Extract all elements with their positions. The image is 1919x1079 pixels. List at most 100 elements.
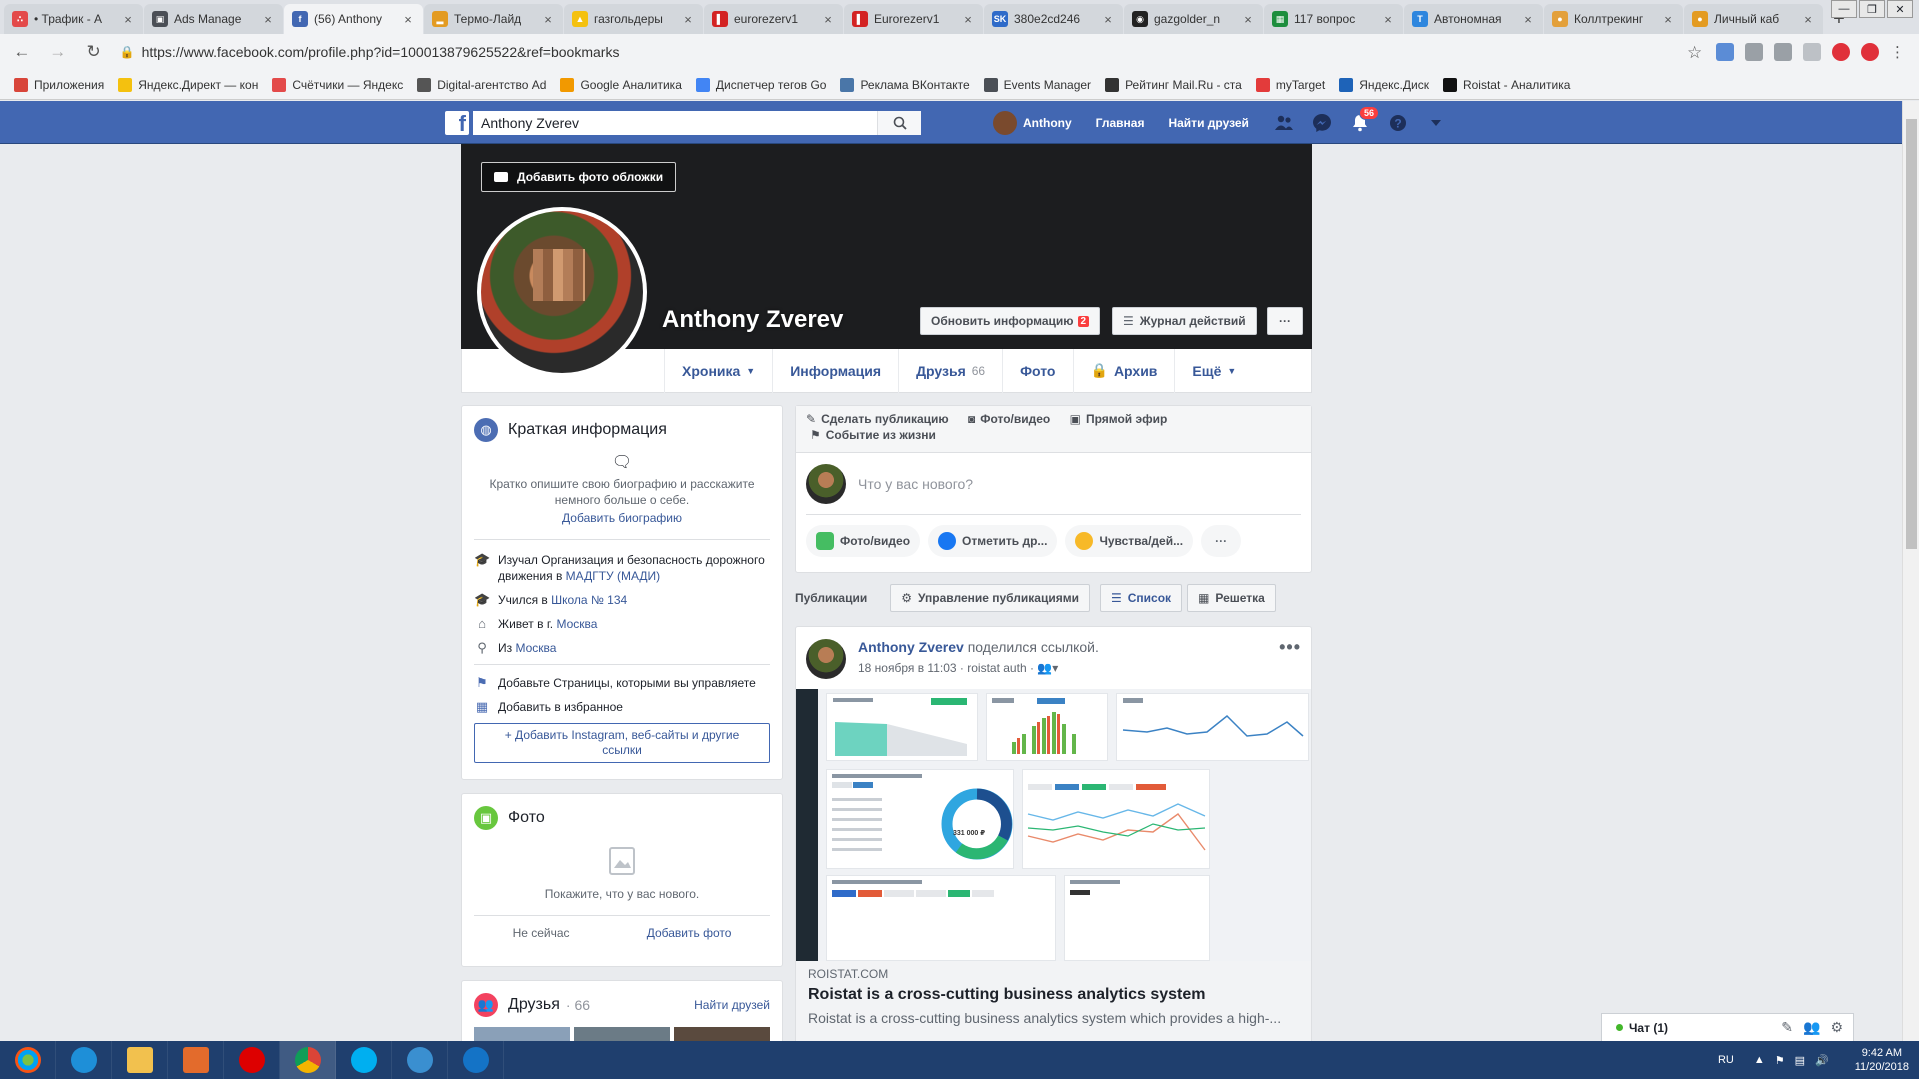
search-button[interactable] <box>877 111 921 135</box>
volume-icon[interactable]: 🔊 <box>1815 1054 1829 1067</box>
extension-target-icon[interactable] <box>1860 43 1879 61</box>
reload-icon[interactable]: ↻ <box>80 42 108 62</box>
close-tab-icon[interactable]: × <box>821 12 835 27</box>
browser-tab[interactable]: T Автономная × <box>1404 4 1543 34</box>
start-button[interactable] <box>0 1041 56 1079</box>
add-links-button[interactable]: + Добавить Instagram, веб-сайты и другие… <box>474 723 770 763</box>
browser-tab[interactable]: ● Личный каб × <box>1684 4 1823 34</box>
post-options-button[interactable]: ••• <box>1279 637 1301 658</box>
profile-tab[interactable]: 🔒 Архив <box>1072 348 1175 393</box>
back-icon[interactable]: ← <box>8 42 36 62</box>
opera-icon[interactable] <box>224 1041 280 1079</box>
profile-link[interactable]: Anthony <box>993 110 1072 135</box>
chat-bar[interactable]: Чат (1) ✎ 👥 ⚙ <box>1601 1013 1854 1041</box>
bookmark-item[interactable]: Счётчики — Яндекс <box>272 77 403 92</box>
address-bar[interactable]: 🔒 https://www.facebook.com/profile.php?i… <box>120 38 1677 66</box>
friend-requests-icon[interactable] <box>1273 112 1295 134</box>
skype-icon[interactable] <box>336 1041 392 1079</box>
page-scrollbar[interactable] <box>1902 101 1919 1041</box>
profile-name[interactable]: Anthony Zverev <box>662 306 843 334</box>
browser-tab[interactable]: ▣ Ads Manage × <box>144 4 283 34</box>
scrollbar-thumb[interactable] <box>1906 119 1917 549</box>
browser-tab[interactable]: f (56) Anthony × <box>284 4 423 34</box>
composer-placeholder[interactable]: Что у вас нового? <box>858 476 973 492</box>
close-tab-icon[interactable]: × <box>1101 12 1115 27</box>
not-now-button[interactable]: Не сейчас <box>513 926 570 940</box>
browser-tab[interactable]: ● Коллтрекинг × <box>1544 4 1683 34</box>
composer-input-row[interactable]: Что у вас нового? <box>806 453 1301 515</box>
add-photo-button[interactable]: Добавить фото <box>647 926 732 940</box>
restore-button[interactable]: ❐ <box>1859 0 1885 18</box>
bookmark-item[interactable]: Events Manager <box>983 77 1091 92</box>
close-tab-icon[interactable]: × <box>261 12 275 27</box>
avatar[interactable] <box>806 639 846 679</box>
profile-tab[interactable]: Фото <box>1002 348 1072 393</box>
extension-mobile-icon[interactable] <box>1802 43 1821 61</box>
profile-picture[interactable] <box>477 207 647 377</box>
bookmark-item[interactable]: Реклама ВКонтакте <box>840 77 970 92</box>
browser-tab[interactable]: ∴ • Трафик - А × <box>4 4 143 34</box>
profile-tab[interactable]: Информация <box>772 348 898 393</box>
intro-row-link[interactable]: МАДГТУ (МАДИ) <box>566 569 660 583</box>
close-tab-icon[interactable]: × <box>541 12 555 27</box>
home-link[interactable]: Главная <box>1096 116 1145 130</box>
browser-tab[interactable]: SK 380e2cd246 × <box>984 4 1123 34</box>
add-featured-link[interactable]: ▦ Добавить в избранное <box>474 699 770 715</box>
add-bio-link[interactable]: Добавить биографию <box>474 511 770 525</box>
account-menu-caret-icon[interactable] <box>1425 112 1447 134</box>
post-link-image[interactable]: 331 000 ₽ <box>796 689 1311 961</box>
browser-tab[interactable]: ▦ 117 вопрос × <box>1264 4 1403 34</box>
close-tab-icon[interactable]: × <box>961 12 975 27</box>
messenger-icon[interactable] <box>1311 112 1333 134</box>
bookmark-item[interactable]: Roistat - Аналитика <box>1442 77 1570 92</box>
facebook-logo-icon[interactable]: f <box>445 111 469 135</box>
find-friends-link[interactable]: Найти друзей <box>1168 116 1248 130</box>
bookmark-item[interactable]: Digital-агентство Ad <box>417 77 546 92</box>
intro-row-link[interactable]: Москва <box>515 641 556 655</box>
browser-tab[interactable]: ▌ eurorezerv1 × <box>704 4 843 34</box>
extension-code-icon[interactable] <box>1773 43 1792 61</box>
add-cover-photo-button[interactable]: Добавить фото обложки <box>481 162 677 192</box>
bookmark-item[interactable]: Google Аналитика <box>560 77 682 92</box>
file-explorer-icon[interactable] <box>112 1041 168 1079</box>
help-icon[interactable]: ? <box>1387 112 1409 134</box>
flag-tray-icon[interactable]: ⚑ <box>1775 1054 1785 1067</box>
find-friends-button[interactable]: Найти друзей <box>694 998 770 1012</box>
close-tab-icon[interactable]: × <box>401 12 415 27</box>
bookmark-item[interactable]: myTarget <box>1255 77 1325 92</box>
close-tab-icon[interactable]: × <box>681 12 695 27</box>
search-input[interactable] <box>473 111 877 135</box>
bookmark-item[interactable]: Яндекс.Директ — кон <box>118 77 258 92</box>
activity-log-button[interactable]: ☰ Журнал действий <box>1112 307 1257 335</box>
chrome-icon[interactable] <box>280 1041 336 1079</box>
forward-icon[interactable]: → <box>44 42 72 62</box>
notifications-icon[interactable]: 56 <box>1349 105 1379 134</box>
close-tab-icon[interactable]: × <box>1521 12 1535 27</box>
extension-red-icon[interactable] <box>1831 43 1850 61</box>
network-icon[interactable]: ▤ <box>1795 1054 1805 1067</box>
bookmark-item[interactable]: Диспетчер тегов Go <box>695 77 826 92</box>
bookmark-item[interactable]: Приложения <box>14 77 104 92</box>
photo-video-pill[interactable]: Фото/видео <box>806 525 921 557</box>
intro-row-link[interactable]: Школа № 134 <box>551 593 627 607</box>
post-time[interactable]: 18 ноября в 11:03 <box>858 661 957 675</box>
chat-settings-icon[interactable]: ⚙ <box>1830 1019 1843 1036</box>
more-pill[interactable]: ··· <box>1201 525 1242 557</box>
profile-tab[interactable]: Ещё ▼ <box>1174 348 1253 393</box>
close-tab-icon[interactable]: × <box>1241 12 1255 27</box>
list-view-button[interactable]: ☰ Список <box>1099 584 1183 612</box>
browser-tab[interactable]: ▌ Eurorezerv1 × <box>844 4 983 34</box>
telegram-icon[interactable] <box>392 1041 448 1079</box>
close-tab-icon[interactable]: × <box>1801 12 1815 27</box>
grid-view-button[interactable]: ▦ Решетка <box>1187 584 1276 612</box>
link-title[interactable]: Roistat is a cross-cutting business anal… <box>808 986 1299 1004</box>
bookmark-star-icon[interactable]: ☆ <box>1687 43 1705 62</box>
update-info-button[interactable]: Обновить информацию 2 <box>920 307 1101 335</box>
close-tab-icon[interactable]: × <box>1661 12 1675 27</box>
post-author[interactable]: Anthony Zverev <box>858 639 964 655</box>
media-player-icon[interactable] <box>168 1041 224 1079</box>
browser-tab[interactable]: ▲ газгольдеры × <box>564 4 703 34</box>
tray-arrow-icon[interactable]: ▲ <box>1754 1054 1765 1066</box>
extension-screen-icon[interactable] <box>1744 43 1763 61</box>
photo-video-tab[interactable]: ◙ Фото/видео <box>968 412 1050 426</box>
